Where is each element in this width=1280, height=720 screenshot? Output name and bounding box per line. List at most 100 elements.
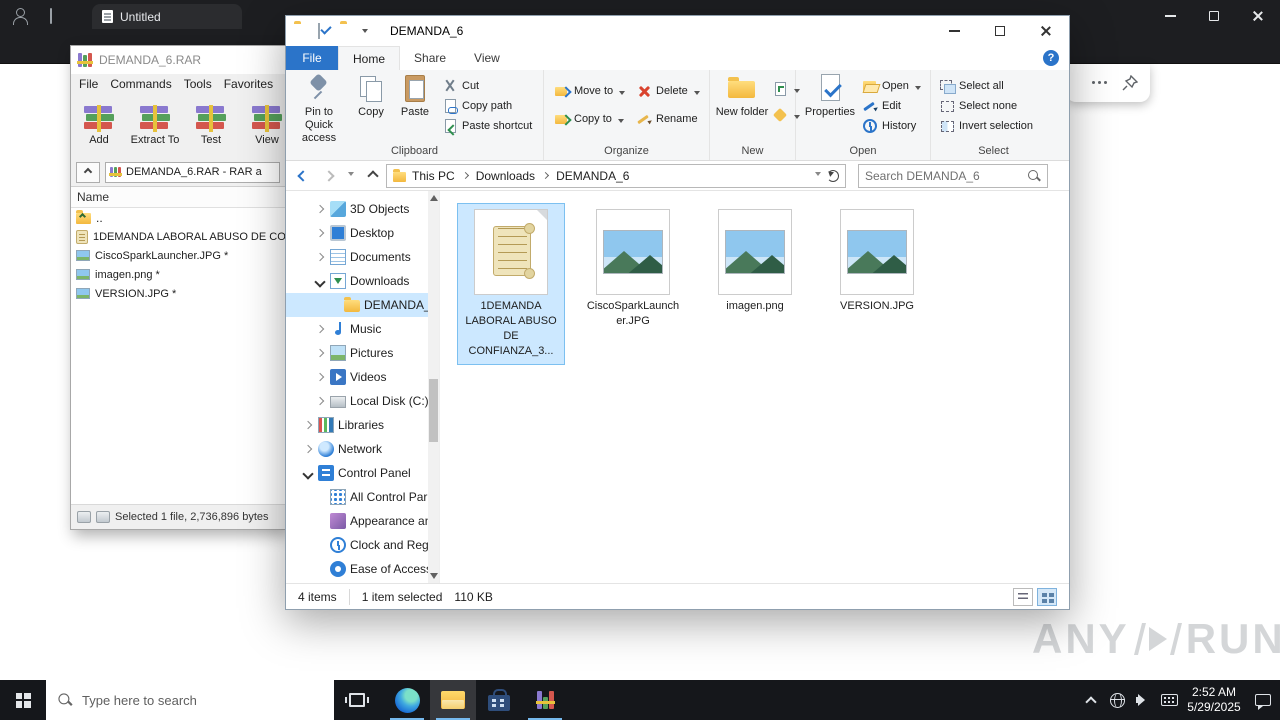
nav-item-downloads[interactable]: Downloads [286, 269, 428, 293]
winrar-row-up[interactable]: .. [71, 208, 285, 227]
breadcrumb-demanda6[interactable]: DEMANDA_6 [556, 169, 629, 183]
paste-button[interactable]: Paste [392, 72, 438, 138]
test-button[interactable]: Test [183, 96, 239, 156]
expand-caret-icon[interactable] [314, 395, 326, 407]
help-button[interactable]: ? [1043, 50, 1059, 66]
browser-workspace-icon[interactable] [50, 8, 52, 24]
qat-customize-caret[interactable] [362, 29, 368, 36]
expand-caret-icon[interactable] [314, 347, 326, 359]
winrar-row-ciscospark[interactable]: CiscoSparkLauncher.JPG * [71, 246, 285, 265]
nav-item-music[interactable]: Music [286, 317, 428, 341]
browser-tab[interactable]: Untitled [92, 4, 242, 29]
nav-item-demanda6[interactable]: DEMANDA_6 [286, 293, 428, 317]
explorer-close-button[interactable] [1023, 16, 1069, 46]
expand-caret-icon[interactable] [302, 419, 314, 431]
details-view-button[interactable] [1013, 587, 1033, 606]
open-button[interactable]: Open [862, 77, 921, 95]
nav-item-clock-region[interactable]: Clock and Regi [286, 533, 428, 557]
expand-caret-icon[interactable] [314, 251, 326, 263]
new-folder-button[interactable]: New folder [714, 72, 770, 138]
qat-properties-button[interactable] [318, 23, 320, 39]
edit-button[interactable]: Edit [862, 97, 901, 115]
network-tray-button[interactable] [1104, 680, 1130, 720]
touch-keyboard-button[interactable] [1156, 680, 1182, 720]
pin-to-quick-access-button[interactable]: Pin to Quick access [290, 72, 348, 144]
winrar-up-button[interactable] [76, 161, 100, 183]
copy-button[interactable]: Copy [350, 72, 392, 138]
nav-item-appearance[interactable]: Appearance an [286, 509, 428, 533]
search-icon[interactable] [1027, 169, 1041, 183]
menu-commands[interactable]: Commands [110, 77, 171, 91]
nav-item-videos[interactable]: Videos [286, 365, 428, 389]
large-icons-view-button[interactable] [1037, 587, 1057, 606]
nav-item-control-panel[interactable]: Control Panel [286, 461, 428, 485]
nav-item-network[interactable]: Network [286, 437, 428, 461]
recent-locations-caret[interactable] [342, 164, 360, 188]
action-center-button[interactable] [1246, 680, 1280, 720]
address-bar[interactable]: This PC Downloads DEMANDA_6 [386, 163, 846, 188]
tab-share[interactable]: Share [400, 46, 460, 70]
explorer-minimize-button[interactable] [931, 16, 977, 46]
select-none-button[interactable]: Select none [939, 97, 1017, 115]
nav-item-pictures[interactable]: Pictures [286, 341, 428, 365]
nav-item-desktop[interactable]: Desktop [286, 221, 428, 245]
winrar-address-combo[interactable]: DEMANDA_6.RAR - RAR a [105, 161, 280, 183]
explorer-search-input[interactable] [865, 168, 1023, 183]
expand-caret-icon[interactable] [314, 227, 326, 239]
invert-selection-button[interactable]: Invert selection [939, 117, 1033, 135]
expand-caret-icon[interactable] [302, 443, 314, 455]
tab-view[interactable]: View [460, 46, 514, 70]
nav-item-documents[interactable]: Documents [286, 245, 428, 269]
select-all-button[interactable]: Select all [939, 77, 1004, 95]
paste-shortcut-button[interactable]: Paste shortcut [442, 117, 532, 135]
winrar-row-imagen[interactable]: imagen.png * [71, 265, 285, 284]
file-item-demanda[interactable]: 1DEMANDA LABORAL ABUSO DE CONFIANZA_3... [457, 203, 565, 365]
file-item-imagen[interactable]: imagen.png [702, 204, 808, 314]
refresh-icon[interactable] [827, 169, 839, 182]
cut-button[interactable]: Cut [442, 77, 479, 95]
taskbar-winrar-button[interactable] [522, 680, 568, 720]
collapse-caret-icon[interactable] [314, 275, 326, 287]
nav-item-3d-objects[interactable]: 3D Objects [286, 197, 428, 221]
taskbar-file-explorer-button[interactable] [430, 680, 476, 720]
scroll-up-icon[interactable] [430, 195, 438, 201]
taskbar-clock[interactable]: 2:52 AM 5/29/2025 [1182, 685, 1246, 715]
scroll-down-icon[interactable] [430, 573, 438, 579]
volume-tray-button[interactable] [1130, 680, 1156, 720]
nav-item-local-disk[interactable]: Local Disk (C:) [286, 389, 428, 413]
rename-button[interactable]: Rename [636, 110, 698, 128]
explorer-maximize-button[interactable] [977, 16, 1023, 46]
browser-minimize-button[interactable] [1148, 0, 1192, 32]
back-button[interactable] [290, 164, 316, 188]
breadcrumb-this-pc[interactable]: This PC [412, 169, 455, 183]
browser-maximize-button[interactable] [1192, 0, 1236, 32]
address-history-caret[interactable] [815, 172, 821, 179]
copy-to-button[interactable]: Copy to [554, 110, 624, 128]
copy-path-button[interactable]: Copy path [442, 97, 512, 115]
winrar-row-demanda[interactable]: 1DEMANDA LABORAL ABUSO DE CO [71, 227, 285, 246]
menu-favorites[interactable]: Favorites [224, 77, 273, 91]
expand-caret-icon[interactable] [314, 371, 326, 383]
menu-tools[interactable]: Tools [184, 77, 212, 91]
expand-caret-icon[interactable] [314, 203, 326, 215]
taskbar-store-button[interactable] [476, 680, 522, 720]
menu-file[interactable]: File [79, 77, 98, 91]
taskbar-search-input[interactable] [82, 692, 322, 708]
taskbar-edge-button[interactable] [384, 680, 430, 720]
nav-item-all-control-panel[interactable]: All Control Par [286, 485, 428, 509]
browser-close-button[interactable] [1236, 0, 1280, 32]
up-button[interactable] [360, 164, 386, 188]
collapse-caret-icon[interactable] [302, 467, 314, 479]
expand-caret-icon[interactable] [314, 323, 326, 335]
nav-scrollbar[interactable] [428, 191, 439, 583]
start-button[interactable] [0, 680, 46, 720]
nav-item-libraries[interactable]: Libraries [286, 413, 428, 437]
winrar-name-column-header[interactable]: Name [71, 187, 285, 208]
file-list-area[interactable]: 1DEMANDA LABORAL ABUSO DE CONFIANZA_3...… [440, 191, 1069, 583]
add-button[interactable]: Add [71, 96, 127, 156]
delete-button[interactable]: Delete [636, 82, 700, 100]
nav-item-ease-of-access[interactable]: Ease of Access [286, 557, 428, 581]
winrar-row-version[interactable]: VERSION.JPG * [71, 284, 285, 303]
history-button[interactable]: History [862, 117, 916, 135]
file-item-version[interactable]: VERSION.JPG [824, 204, 930, 314]
